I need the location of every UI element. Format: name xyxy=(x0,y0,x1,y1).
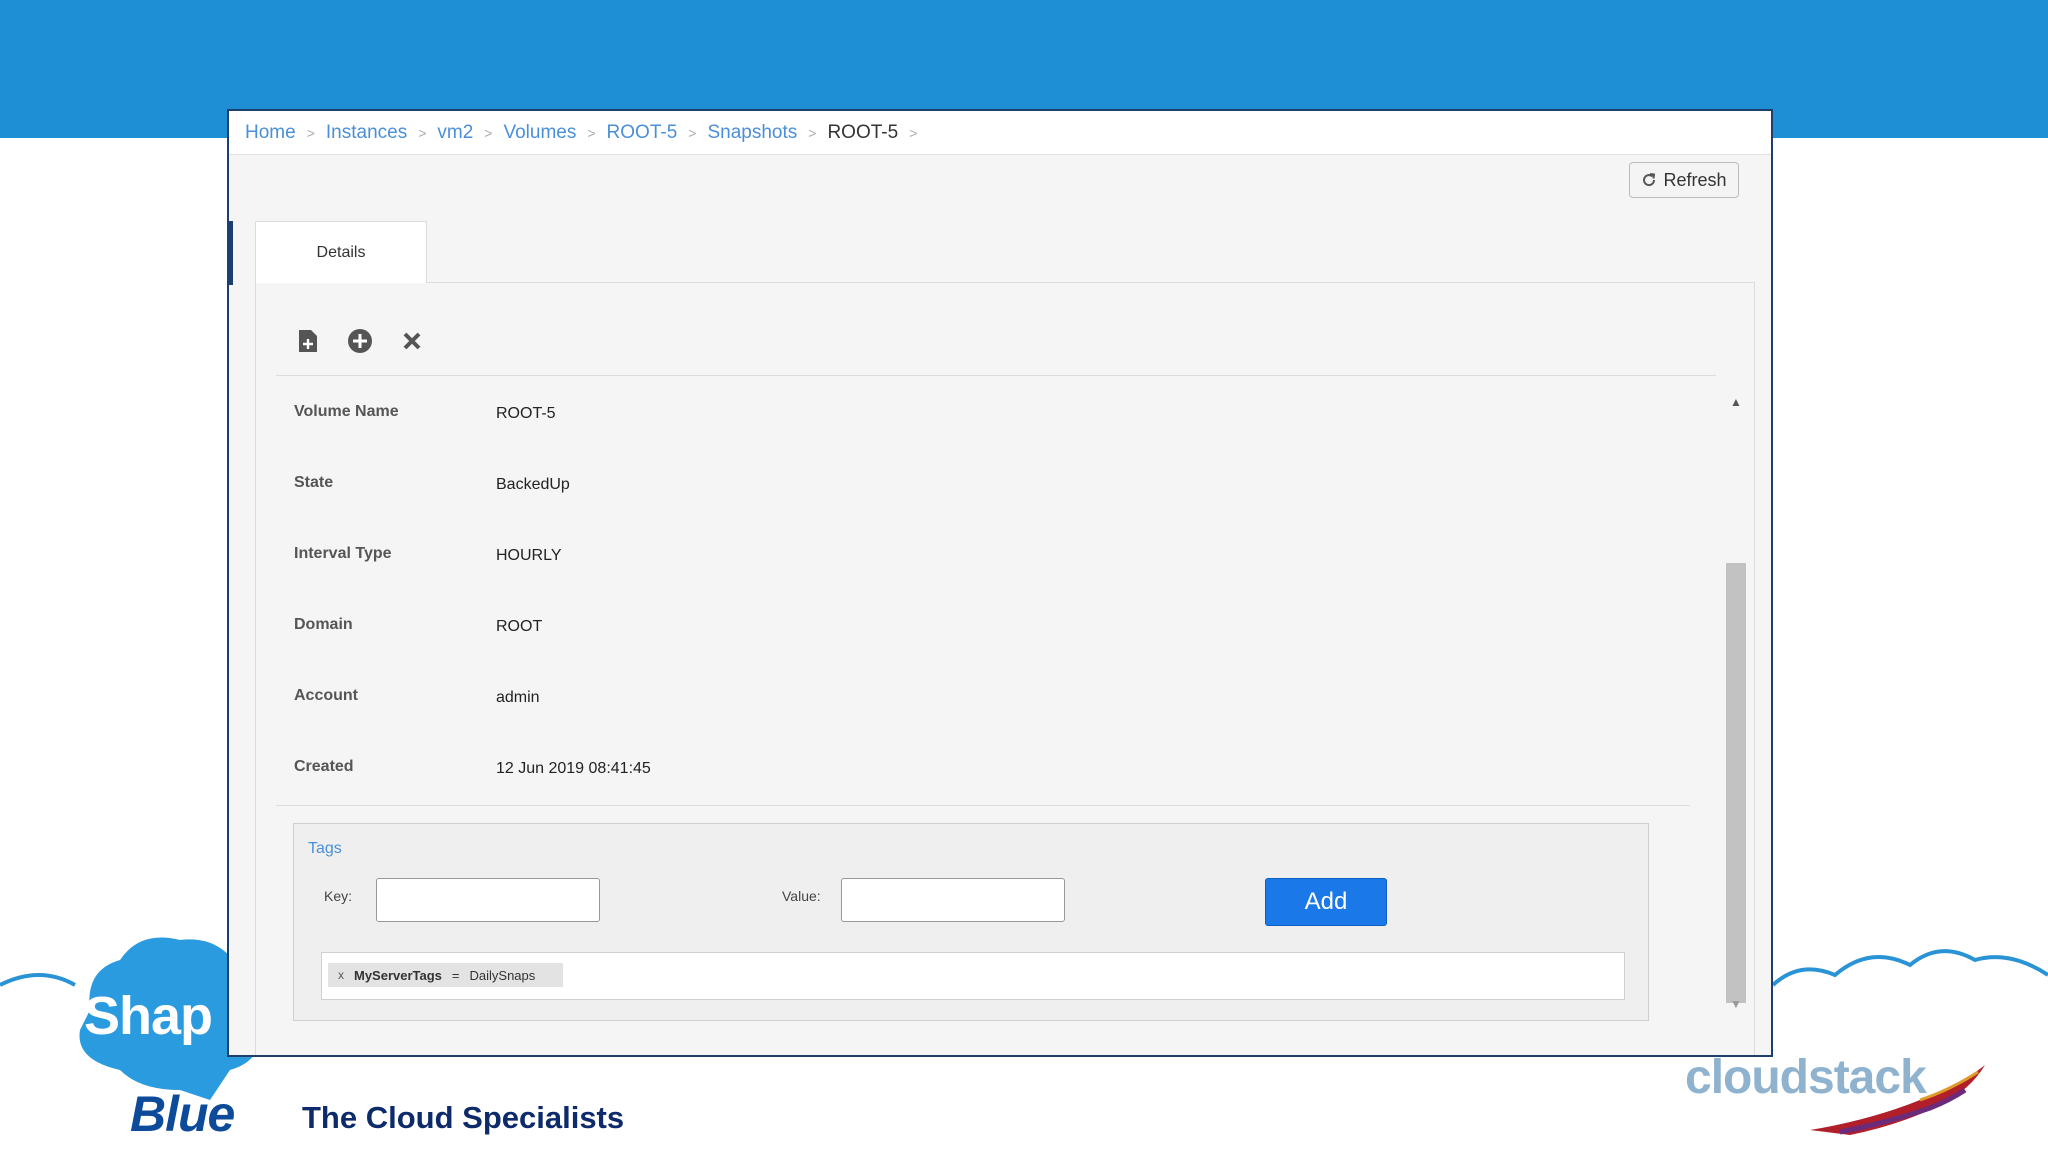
tags-section: Tags Key: Value: Add x MyServerTags = Da… xyxy=(293,823,1649,1021)
breadcrumb-separator: > xyxy=(306,124,315,141)
brand-word-shape: Shap xyxy=(84,986,213,1046)
action-toolbar xyxy=(294,327,426,355)
detail-row-created: Created 12 Jun 2019 08:41:45 xyxy=(256,758,1656,788)
details-scrollbar[interactable]: ▲ ▼ xyxy=(1726,395,1746,1011)
brand-tagline: The Cloud Specialists xyxy=(302,1100,625,1135)
detail-value: ROOT-5 xyxy=(496,405,556,422)
details-panel: Volume Name ROOT-5 State BackedUp Interv… xyxy=(255,282,1755,1055)
detail-row-state: State BackedUp xyxy=(256,474,1656,504)
tags-title: Tags xyxy=(308,840,342,857)
detail-row-volume-name: Volume Name ROOT-5 xyxy=(256,403,1656,433)
apache-feather-icon xyxy=(1810,1065,1985,1135)
tag-key-input[interactable] xyxy=(376,878,600,922)
detail-value: 12 Jun 2019 08:41:45 xyxy=(496,760,651,777)
add-tag-button[interactable]: Add xyxy=(1265,878,1387,926)
detail-window: Home > Instances > vm2 > Volumes > ROOT-… xyxy=(227,109,1773,1057)
breadcrumb-separator: > xyxy=(587,124,596,141)
breadcrumb-separator: > xyxy=(688,124,697,141)
breadcrumb-separator: > xyxy=(418,124,427,141)
breadcrumb-instances[interactable]: Instances xyxy=(326,122,407,144)
detail-row-domain: Domain ROOT xyxy=(256,616,1656,646)
detail-label: Interval Type xyxy=(294,545,392,562)
breadcrumb-vm[interactable]: vm2 xyxy=(437,122,473,144)
detail-label: Volume Name xyxy=(294,403,399,420)
add-circle-icon[interactable] xyxy=(346,327,374,355)
refresh-icon xyxy=(1643,173,1656,187)
breadcrumb-home[interactable]: Home xyxy=(245,122,296,144)
tag-value: DailySnaps xyxy=(469,967,536,983)
detail-label: Account xyxy=(294,687,358,704)
key-label: Key: xyxy=(324,888,353,904)
tag-list: x MyServerTags = DailySnaps xyxy=(321,952,1625,1000)
delete-icon[interactable] xyxy=(398,327,426,355)
brand-word-blue: Blue xyxy=(130,1086,235,1142)
detail-value: ROOT xyxy=(496,618,543,635)
value-label: Value: xyxy=(782,888,821,904)
tag-key: MyServerTags xyxy=(354,967,442,983)
detail-row-account: Account admin xyxy=(256,687,1656,717)
detail-value: HOURLY xyxy=(496,547,562,564)
breadcrumb-current: ROOT-5 xyxy=(827,121,899,143)
detail-label: State xyxy=(294,474,334,491)
divider xyxy=(276,375,1716,376)
breadcrumb: Home > Instances > vm2 > Volumes > ROOT-… xyxy=(229,111,1771,155)
breadcrumb-volume[interactable]: ROOT-5 xyxy=(607,122,678,144)
scroll-thumb[interactable] xyxy=(1726,563,1746,1003)
detail-row-interval-type: Interval Type HOURLY xyxy=(256,545,1656,575)
remove-tag-icon[interactable]: x xyxy=(338,968,344,982)
detail-label: Domain xyxy=(294,616,353,633)
refresh-label: Refresh xyxy=(1663,169,1727,190)
tag-chip: x MyServerTags = DailySnaps xyxy=(328,963,564,987)
tag-equals: = xyxy=(451,967,460,983)
refresh-button[interactable]: Refresh xyxy=(1629,162,1739,198)
tag-value-input[interactable] xyxy=(841,878,1065,922)
create-template-icon[interactable] xyxy=(294,327,322,355)
breadcrumb-snapshots[interactable]: Snapshots xyxy=(707,122,797,144)
window-accent-bar xyxy=(229,221,233,285)
breadcrumb-separator: > xyxy=(909,124,918,141)
breadcrumb-separator: > xyxy=(808,124,817,141)
scroll-down-arrow-icon[interactable]: ▼ xyxy=(1730,997,1742,1011)
breadcrumb-separator: > xyxy=(484,124,493,141)
scroll-up-arrow-icon[interactable]: ▲ xyxy=(1730,395,1742,409)
tab-details[interactable]: Details xyxy=(255,221,427,283)
detail-value: BackedUp xyxy=(496,476,570,493)
divider xyxy=(276,805,1690,806)
breadcrumb-volumes[interactable]: Volumes xyxy=(503,122,576,144)
detail-value: admin xyxy=(496,689,540,706)
detail-label: Created xyxy=(294,758,354,775)
